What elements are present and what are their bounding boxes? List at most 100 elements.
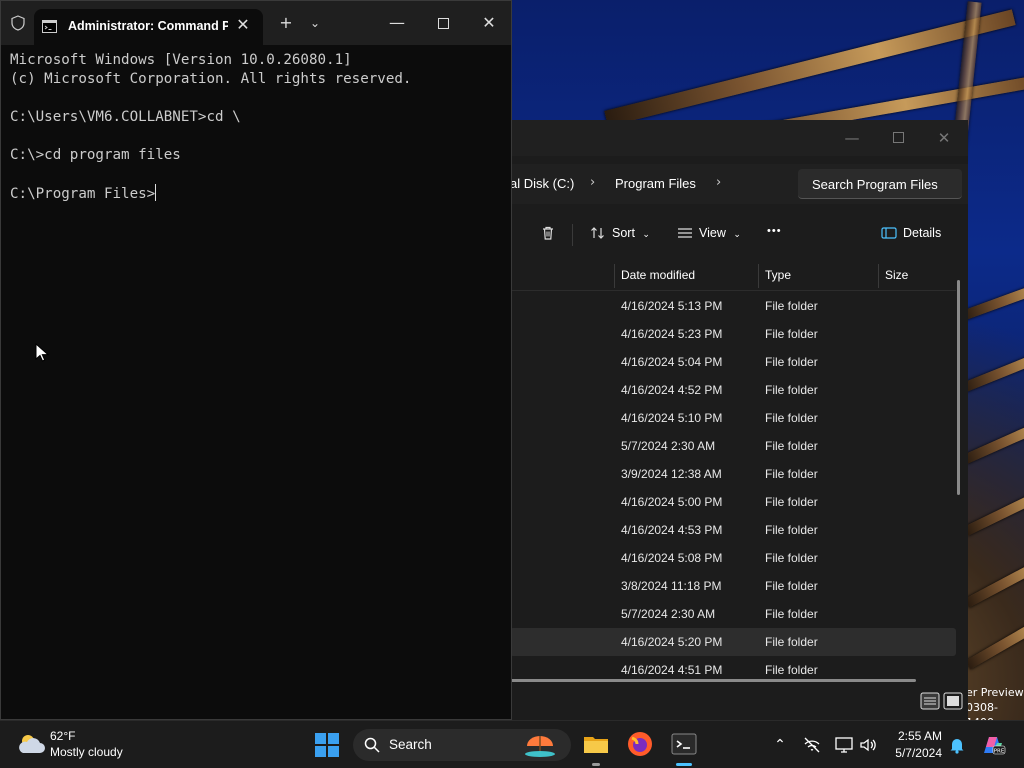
- file-list-row[interactable]: 4/16/2024 5:13 PM File folder: [510, 292, 956, 320]
- cloudy-weather-icon[interactable]: [16, 731, 46, 757]
- breadcrumb-program-files[interactable]: Program Files: [615, 176, 696, 191]
- column-divider[interactable]: [878, 264, 879, 288]
- minimize-button[interactable]: —: [385, 11, 409, 35]
- terminal-line: (c) Microsoft Corporation. All rights re…: [10, 71, 412, 87]
- wallpaper-beam: [963, 406, 1024, 464]
- shield-icon: [11, 15, 25, 31]
- file-list-row[interactable]: 3/9/2024 12:38 AM File folder: [510, 460, 956, 488]
- file-list-row[interactable]: 4/16/2024 5:10 PM File folder: [510, 404, 956, 432]
- breadcrumb-local-disk[interactable]: al Disk (C:): [510, 176, 574, 191]
- maximize-icon: [892, 132, 904, 143]
- clock-date[interactable]: 5/7/2024: [892, 746, 942, 760]
- svg-text:PRE: PRE: [994, 749, 1005, 755]
- trash-icon: [543, 226, 553, 240]
- row-date-modified: 5/7/2024 2:30 AM: [621, 439, 716, 453]
- details-pane-button[interactable]: Details: [881, 225, 941, 245]
- row-type: File folder: [765, 411, 818, 425]
- wallpaper-beam: [964, 542, 1024, 608]
- row-date-modified: 3/8/2024 11:18 PM: [621, 579, 722, 593]
- weather-temperature[interactable]: 62°F: [50, 729, 75, 743]
- column-divider[interactable]: [758, 264, 759, 288]
- row-date-modified: 4/16/2024 4:51 PM: [621, 663, 723, 677]
- notification-bell-icon[interactable]: [947, 735, 967, 755]
- file-list-row[interactable]: 5/7/2024 2:30 AM File folder: [510, 432, 956, 460]
- row-type: File folder: [765, 327, 818, 341]
- search-input[interactable]: Search Program Files: [798, 169, 962, 199]
- terminal-line: C:\Users\VM6.COLLABNET>cd \: [10, 109, 241, 125]
- weather-description[interactable]: Mostly cloudy: [50, 745, 123, 759]
- sort-button[interactable]: Sort ⌄: [590, 225, 650, 245]
- thumbnail-view-icon[interactable]: [943, 692, 963, 710]
- chevron-down-icon[interactable]: ⌄: [306, 11, 324, 35]
- search-placeholder: Search Program Files: [812, 177, 938, 192]
- wallpaper-beam: [961, 269, 1024, 321]
- display-icon[interactable]: [834, 735, 854, 755]
- explorer-titlebar[interactable]: — ✕: [510, 120, 968, 156]
- row-date-modified: 4/16/2024 5:10 PM: [621, 411, 723, 425]
- row-type: File folder: [765, 383, 818, 397]
- copilot-icon[interactable]: PRE: [980, 733, 1006, 757]
- vertical-scrollbar[interactable]: [957, 280, 960, 495]
- chevron-right-icon[interactable]: ›: [716, 175, 721, 190]
- file-list-row[interactable]: 4/16/2024 5:08 PM File folder: [510, 544, 956, 572]
- wallpaper-beam: [963, 474, 1024, 536]
- maximize-button[interactable]: [431, 11, 455, 35]
- taskbar-search-box[interactable]: Search: [353, 729, 571, 761]
- file-list-row[interactable]: 4/16/2024 5:04 PM File folder: [510, 348, 956, 376]
- file-explorer-icon[interactable]: [582, 730, 610, 758]
- column-type[interactable]: Type: [765, 268, 791, 282]
- file-list-row[interactable]: 4/16/2024 5:23 PM File folder: [510, 320, 956, 348]
- view-button[interactable]: View ⌄: [677, 225, 741, 245]
- details-view-icon[interactable]: [920, 692, 940, 710]
- clock-time[interactable]: 2:55 AM: [892, 729, 942, 743]
- new-tab-button[interactable]: +: [277, 11, 295, 35]
- close-tab-button[interactable]: ✕: [234, 16, 252, 34]
- minimize-button[interactable]: —: [840, 126, 864, 150]
- terminal-window[interactable]: Administrator: Command Pr ✕ + ⌄ — ✕ Micr…: [0, 0, 512, 720]
- file-list-row[interactable]: 4/16/2024 4:52 PM File folder: [510, 376, 956, 404]
- terminal-line: C:\>cd program files: [10, 147, 181, 163]
- firefox-icon[interactable]: [626, 730, 654, 758]
- row-type: File folder: [765, 551, 818, 565]
- address-bar[interactable]: al Disk (C:) › Program Files › Search Pr…: [510, 164, 968, 204]
- volume-icon[interactable]: [858, 735, 878, 755]
- file-list-row[interactable]: 4/16/2024 5:00 PM File folder: [510, 488, 956, 516]
- windows-start-icon[interactable]: [315, 733, 339, 757]
- terminal-titlebar[interactable]: Administrator: Command Pr ✕ + ⌄ — ✕: [1, 1, 511, 45]
- wallpaper-beam: [604, 9, 1016, 127]
- chevron-down-icon: ⌄: [733, 229, 741, 239]
- close-button[interactable]: ✕: [932, 126, 956, 150]
- file-explorer-window[interactable]: — ✕ al Disk (C:) › Program Files › Searc…: [510, 120, 968, 720]
- row-type: File folder: [765, 467, 818, 481]
- row-date-modified: 4/16/2024 5:23 PM: [621, 327, 723, 341]
- file-list-row[interactable]: 4/16/2024 5:20 PM File folder: [510, 628, 956, 656]
- row-type: File folder: [765, 579, 818, 593]
- tab-command-prompt[interactable]: Administrator: Command Pr ✕: [34, 9, 263, 45]
- maximize-icon: [437, 18, 449, 29]
- more-options-button[interactable]: •••: [767, 225, 782, 245]
- column-divider[interactable]: [614, 264, 615, 288]
- chevron-up-icon[interactable]: ⌃: [770, 735, 790, 755]
- file-list-row[interactable]: 3/8/2024 11:18 PM File folder: [510, 572, 956, 600]
- maximize-button[interactable]: [886, 126, 910, 150]
- network-disconnected-icon[interactable]: [802, 735, 822, 755]
- terminal-output[interactable]: Microsoft Windows [Version 10.0.26080.1]…: [10, 51, 511, 203]
- file-list-row[interactable]: 5/7/2024 2:30 AM File folder: [510, 600, 956, 628]
- column-date-modified[interactable]: Date modified: [621, 268, 695, 282]
- text-cursor: [155, 184, 157, 201]
- row-type: File folder: [765, 495, 818, 509]
- file-list-row[interactable]: 4/16/2024 4:53 PM File folder: [510, 516, 956, 544]
- horizontal-scrollbar[interactable]: [510, 679, 916, 682]
- row-date-modified: 4/16/2024 5:20 PM: [621, 635, 723, 649]
- row-date-modified: 5/7/2024 2:30 AM: [621, 607, 716, 621]
- tab-title: Administrator: Command Pr: [68, 19, 228, 33]
- column-size[interactable]: Size: [885, 268, 908, 282]
- row-type: File folder: [765, 299, 818, 313]
- taskbar-search-label: Search: [389, 737, 432, 752]
- delete-button[interactable]: [540, 225, 562, 245]
- close-button[interactable]: ✕: [477, 11, 501, 35]
- terminal-app-icon[interactable]: [670, 730, 698, 758]
- row-type: File folder: [765, 635, 818, 649]
- view-label: View: [699, 226, 726, 240]
- row-date-modified: 4/16/2024 5:08 PM: [621, 551, 723, 565]
